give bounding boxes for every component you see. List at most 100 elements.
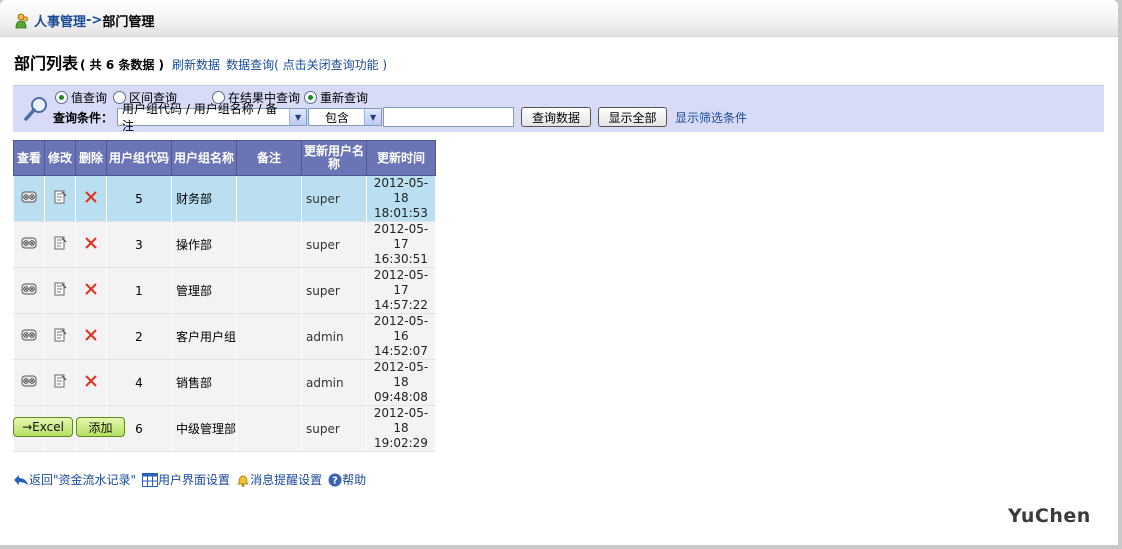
table-row[interactable]: 2 客户用户组 admin 2012-05-16 14:52:07: [13, 313, 436, 360]
table-row[interactable]: 4 销售部 admin 2012-05-18 09:48:08: [13, 359, 436, 406]
view-icon[interactable]: [21, 375, 37, 391]
bottom-actions: →Excel 添加: [13, 417, 128, 437]
delete-cell: [75, 359, 107, 406]
col-group-code: 用户组代码: [106, 140, 172, 176]
update-user-cell: admin: [301, 359, 367, 406]
note-cell: [236, 313, 302, 360]
query-link[interactable]: 数据查询: [226, 56, 274, 73]
col-delete: 删除: [75, 140, 107, 176]
add-button[interactable]: 添加: [76, 417, 125, 437]
update-clock: 14:57:22: [374, 298, 428, 312]
group-name-cell: 操作部: [171, 221, 237, 268]
edit-cell: [44, 313, 76, 360]
col-note: 备注: [236, 140, 302, 176]
group-name-cell: 销售部: [171, 359, 237, 406]
update-date: 2012-05-17: [373, 268, 429, 297]
help-link[interactable]: ? 帮助: [328, 471, 366, 488]
query-button[interactable]: 查询数据: [521, 107, 592, 127]
view-cell: [13, 313, 45, 360]
breadcrumb-section[interactable]: 人事管理: [34, 11, 86, 30]
update-time-cell: 2012-05-17 16:30:51: [366, 221, 436, 268]
delete-icon[interactable]: [84, 237, 98, 253]
group-code-cell: 3: [106, 221, 172, 268]
col-group-name: 用户组名称: [171, 140, 237, 176]
field-select[interactable]: 用户组代码 / 用户组名称 / 备注 ▼: [117, 102, 308, 133]
view-icon[interactable]: [21, 283, 37, 299]
operator-select[interactable]: 包含 ▼: [308, 108, 383, 126]
edit-cell: [44, 221, 76, 268]
note-cell: [236, 359, 302, 406]
breadcrumb-current: 部门管理: [102, 15, 155, 30]
search-icon: [24, 97, 47, 121]
table-row[interactable]: 1 管理部 super 2012-05-17 14:57:22: [13, 267, 436, 314]
table-row[interactable]: 3 操作部 super 2012-05-17 16:30:51: [13, 221, 436, 268]
delete-icon[interactable]: [84, 191, 98, 207]
show-filter-link[interactable]: 显示筛选条件: [675, 109, 747, 126]
group-name-cell: 中级管理部: [171, 405, 237, 452]
group-name-cell: 管理部: [171, 267, 237, 314]
page-title: 部门列表: [14, 54, 79, 73]
view-cell: [13, 267, 45, 314]
edit-icon[interactable]: [53, 236, 67, 253]
col-view: 查看: [13, 140, 45, 176]
update-clock: 09:48:08: [374, 390, 428, 404]
group-code-cell: 2: [106, 313, 172, 360]
delete-cell: [75, 267, 107, 314]
breadcrumb-separator: ->: [86, 13, 103, 28]
main-frame: 人事管理 -> 部门管理 部门列表 ( 共 6 条数据 ) 刷新数据 数据查询 …: [0, 0, 1118, 545]
view-cell: [13, 359, 45, 406]
back-link[interactable]: 返回"资金流水记录": [13, 471, 136, 488]
view-icon[interactable]: [21, 329, 37, 345]
delete-icon[interactable]: [84, 283, 98, 299]
view-cell: [13, 221, 45, 268]
table-header-row: 查看 修改 删除 用户组代码 用户组名称 备注 更新用户名称 更新时间: [13, 140, 436, 176]
notify-settings-label: 消息提醒设置: [250, 473, 323, 487]
export-excel-button[interactable]: →Excel: [13, 417, 73, 437]
update-clock: 16:30:51: [374, 252, 428, 266]
update-date: 2012-05-18: [373, 406, 429, 435]
group-code-cell: 4: [106, 359, 172, 406]
update-user-cell: super: [301, 267, 367, 314]
update-clock: 14:52:07: [374, 344, 428, 358]
refresh-link[interactable]: 刷新数据: [172, 56, 220, 73]
col-edit: 修改: [44, 140, 76, 176]
view-icon[interactable]: [21, 191, 37, 207]
update-clock: 18:01:53: [374, 206, 428, 220]
update-user-cell: admin: [301, 313, 367, 360]
update-user-cell: super: [301, 221, 367, 268]
operator-select-value: 包含: [325, 110, 350, 125]
back-arrow-icon: [14, 474, 28, 485]
search-panel: 值查询 区间查询 在结果中查询 重新查询 查询条件： 用户组代码 / 用户组名称…: [13, 85, 1104, 133]
notify-settings-link[interactable]: 消息提醒设置: [236, 471, 322, 488]
delete-icon[interactable]: [84, 329, 98, 345]
delete-cell: [75, 221, 107, 268]
show-all-button[interactable]: 显示全部: [598, 107, 668, 127]
condition-row: 查询条件： 用户组代码 / 用户组名称 / 备注 ▼ 包含 ▼ 查询数据 显示全…: [53, 102, 747, 133]
group-code-cell: 1: [106, 267, 172, 314]
group-name-cell: 财务部: [171, 175, 237, 222]
update-time-cell: 2012-05-16 14:52:07: [366, 313, 436, 360]
delete-icon[interactable]: [84, 375, 98, 391]
table-row[interactable]: 5 财务部 super 2012-05-18 18:01:53: [13, 175, 436, 222]
breadcrumb: 人事管理 -> 部门管理: [14, 11, 154, 30]
edit-icon[interactable]: [53, 282, 67, 299]
svg-text:?: ?: [332, 475, 338, 486]
update-user-cell: super: [301, 175, 367, 222]
radio-new-query[interactable]: [304, 91, 318, 104]
view-icon[interactable]: [21, 237, 37, 253]
group-code-cell: 5: [106, 175, 172, 222]
radio-value-query[interactable]: [55, 91, 68, 104]
field-select-value: 用户组代码 / 用户组名称 / 备注: [122, 102, 278, 133]
edit-icon[interactable]: [53, 190, 67, 207]
close-query-link[interactable]: ( 点击关闭查询功能 ): [274, 56, 387, 73]
view-cell: [13, 175, 45, 222]
chevron-down-icon: ▼: [289, 109, 307, 125]
update-date: 2012-05-18: [373, 360, 429, 389]
edit-icon[interactable]: [53, 328, 67, 345]
edit-icon[interactable]: [53, 374, 67, 391]
note-cell: [236, 267, 302, 314]
search-input[interactable]: [383, 107, 515, 127]
radio-new-query-label: 重新查询: [320, 91, 369, 105]
ui-settings-link[interactable]: 用户界面设置: [142, 471, 230, 488]
edit-cell: [44, 359, 76, 406]
